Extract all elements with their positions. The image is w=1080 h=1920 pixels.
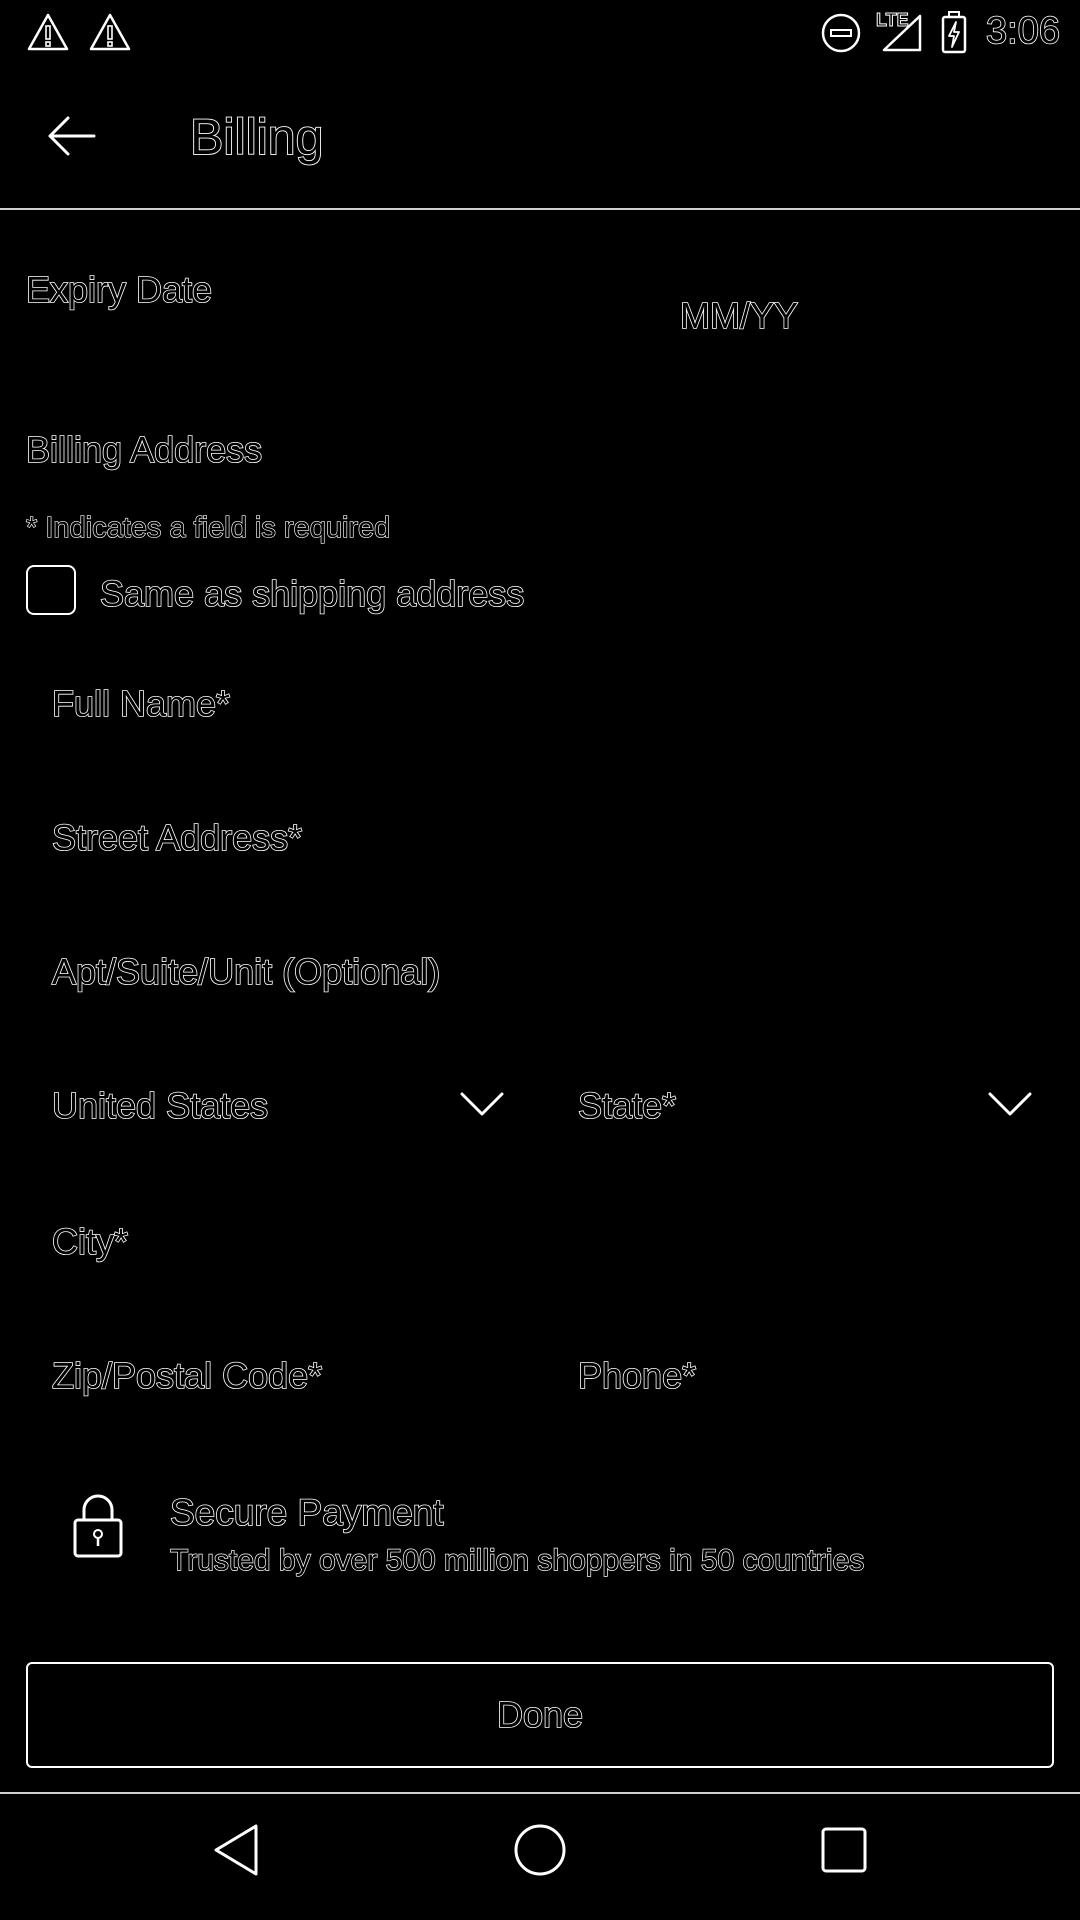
app-bar: Billing <box>0 66 1080 210</box>
header-divider <box>0 208 1080 210</box>
nav-home-icon[interactable] <box>512 1820 568 1885</box>
street-address-field[interactable]: Street Address* <box>51 819 303 857</box>
required-note: * Indicates a field is required <box>25 512 391 544</box>
page-title: Billing <box>189 109 324 165</box>
nav-back-icon[interactable] <box>210 1820 260 1885</box>
country-select[interactable]: United States <box>51 1087 269 1125</box>
lock-icon <box>70 1490 126 1565</box>
apt-suite-unit-field[interactable]: Apt/Suite/Unit (Optional) <box>51 953 441 991</box>
full-name-field[interactable]: Full Name* <box>51 685 231 723</box>
nav-recents-icon[interactable] <box>818 1820 868 1885</box>
done-button-label: Done <box>496 1693 584 1736</box>
do-not-disturb-icon <box>820 12 862 54</box>
signal-icon <box>880 12 924 52</box>
status-time: 3:06 <box>985 10 1061 52</box>
zip-postal-code-field[interactable]: Zip/Postal Code* <box>51 1357 323 1395</box>
warning-icon <box>26 12 70 52</box>
phone-field[interactable]: Phone* <box>577 1357 697 1395</box>
chevron-down-icon[interactable] <box>986 1088 1034 1125</box>
city-field[interactable]: City* <box>51 1223 129 1261</box>
same-as-shipping-label[interactable]: Same as shipping address <box>99 575 525 613</box>
billing-address-heading: Billing Address <box>25 429 263 470</box>
secure-payment-subtitle: Trusted by over 500 million shoppers in … <box>169 1544 865 1577</box>
warning-icon <box>88 12 132 52</box>
battery-charging-icon <box>940 10 968 54</box>
expiry-date-input[interactable]: MM/YY <box>679 297 799 335</box>
chevron-down-icon[interactable] <box>458 1088 506 1125</box>
done-button[interactable]: Done <box>26 1662 1054 1768</box>
status-bar: LTE 3:06 <box>0 0 1080 66</box>
arrow-left-icon[interactable] <box>44 112 100 165</box>
expiry-date-label: Expiry Date <box>25 269 213 310</box>
same-as-shipping-checkbox[interactable] <box>26 565 76 615</box>
navigation-bar <box>0 1794 1080 1920</box>
secure-payment-title: Secure Payment <box>169 1492 444 1533</box>
state-select[interactable]: State* <box>577 1087 677 1125</box>
